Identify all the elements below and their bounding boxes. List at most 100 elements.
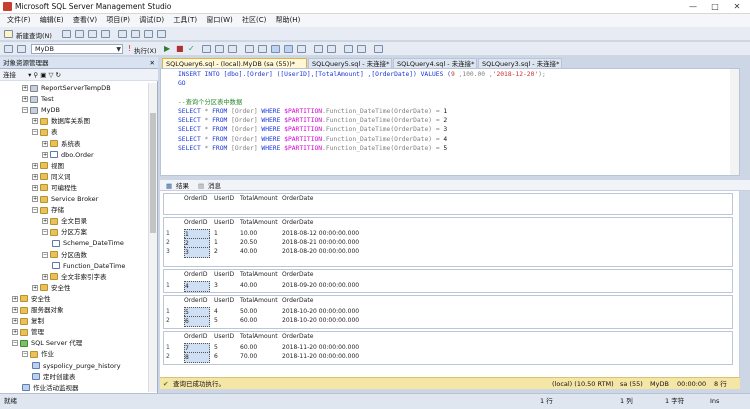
expand-icon[interactable]: + [32, 184, 38, 191]
table-cell[interactable]: 2018-11-20 00:00:00.000 [282, 343, 359, 352]
table-cell[interactable]: 2018-10-20 00:00:00.000 [282, 307, 359, 316]
close-icon[interactable]: ✕ [150, 57, 155, 69]
collapse-icon[interactable]: − [32, 207, 38, 214]
tree-node[interactable]: + 管理 [12, 327, 44, 337]
menu-view[interactable]: 查看(V) [73, 14, 97, 27]
execute-button[interactable]: 执行(X) [134, 45, 157, 55]
results-to-grid-icon[interactable] [284, 45, 293, 53]
new-query-button[interactable]: 新建查询(N) [16, 30, 52, 40]
result-grid[interactable]: OrderID UserID TotalAmount OrderDate 1 7 5 60.0… [163, 331, 733, 365]
query-designer-icon[interactable] [215, 45, 224, 53]
table-cell[interactable]: 2018-09-20 00:00:00.000 [282, 281, 359, 290]
activity-monitor-icon[interactable] [118, 30, 127, 38]
tree-node[interactable]: + 安全性 [32, 283, 71, 293]
row-number[interactable]: 1 [166, 307, 170, 316]
row-number[interactable]: 2 [166, 352, 170, 361]
column-header[interactable]: UserID [214, 195, 234, 203]
debug-icon[interactable]: ▶ [164, 44, 170, 53]
table-cell[interactable]: 60.00 [240, 316, 257, 325]
tree-node[interactable]: + 系统表 [42, 139, 81, 149]
expand-icon[interactable]: + [32, 162, 38, 169]
table-cell[interactable]: 2018-10-20 00:00:00.000 [282, 316, 359, 325]
database-select[interactable]: MyDB ▼ [31, 44, 123, 54]
column-header[interactable]: OrderDate [282, 333, 313, 341]
row-number[interactable]: 3 [166, 247, 170, 256]
column-header[interactable]: TotalAmount [240, 219, 278, 227]
include-plan-icon[interactable] [258, 45, 267, 53]
tree-node[interactable]: − 表 [32, 127, 58, 137]
column-header[interactable]: UserID [214, 297, 234, 305]
expand-icon[interactable]: + [32, 196, 38, 202]
column-header[interactable]: TotalAmount [240, 195, 278, 203]
expand-icon[interactable]: + [12, 295, 18, 302]
connect-button[interactable]: 连接 [3, 71, 16, 79]
maximize-button[interactable]: □ [704, 0, 726, 13]
object-explorer-scrollbar[interactable] [148, 83, 157, 392]
tab-sqlquery3[interactable]: SQLQuery3.sql - 未连接* [478, 58, 562, 68]
tree-node[interactable]: − MyDB [22, 105, 60, 115]
expand-icon[interactable]: + [32, 118, 38, 125]
tab-sqlquery5[interactable]: SQLQuery5.sql - 未连接* [308, 58, 392, 68]
menu-edit[interactable]: 编辑(E) [40, 14, 64, 27]
column-header[interactable]: TotalAmount [240, 297, 278, 305]
cancel-query-icon[interactable]: ■ [176, 44, 184, 53]
menu-community[interactable]: 社区(C) [242, 14, 266, 27]
table-cell[interactable]: 60.00 [240, 343, 257, 352]
expand-icon[interactable]: + [32, 284, 38, 291]
tree-node[interactable]: + dbo.Order [42, 150, 94, 160]
new-file-icon[interactable] [62, 30, 71, 38]
tree-node[interactable]: + ReportServerTempDB [22, 83, 111, 93]
filter-icon[interactable]: ▾ ⚲ ▣ ▽ ↻ [28, 71, 61, 79]
column-header[interactable]: OrderID [184, 333, 207, 341]
editor-scrollbar[interactable] [730, 69, 739, 175]
column-header[interactable]: OrderDate [282, 297, 313, 305]
table-cell[interactable]: 1 [214, 229, 218, 238]
column-header[interactable]: OrderID [184, 297, 207, 305]
menu-window[interactable]: 窗口(W) [206, 14, 232, 27]
tab-results[interactable]: 结果 [176, 181, 189, 191]
close-button[interactable]: ✕ [726, 0, 748, 13]
result-grid[interactable]: OrderID UserID TotalAmount OrderDate 1 4 3 40.0… [163, 269, 733, 293]
table-cell[interactable]: 2018-08-21 00:00:00.000 [282, 238, 359, 247]
tree-node[interactable]: − 分区函数 [42, 250, 87, 260]
column-header[interactable]: OrderID [184, 271, 207, 279]
column-header[interactable]: UserID [214, 219, 234, 227]
tree-node[interactable]: Scheme_DateTime [52, 238, 124, 248]
table-cell[interactable]: 2018-08-12 00:00:00.000 [282, 229, 359, 238]
minimize-button[interactable]: — [682, 0, 704, 13]
save-icon[interactable] [88, 30, 97, 38]
result-grid[interactable]: OrderID UserID TotalAmount OrderDate [163, 193, 733, 215]
tree-node[interactable]: + 同义词 [32, 172, 71, 182]
connect-icon[interactable] [4, 45, 13, 53]
table-cell[interactable]: 40.00 [240, 281, 257, 290]
column-header[interactable]: OrderDate [282, 271, 313, 279]
tree-node[interactable]: + Service Broker [32, 194, 98, 204]
tree-node[interactable]: − SQL Server 代理 [12, 338, 82, 348]
expand-icon[interactable]: + [42, 140, 48, 147]
table-cell[interactable]: 2018-08-20 00:00:00.000 [282, 247, 359, 256]
table-cell[interactable]: 70.00 [240, 352, 257, 361]
table-cell[interactable]: 40.00 [240, 247, 257, 256]
tree-node[interactable]: − 分区方案 [42, 227, 87, 237]
menu-help[interactable]: 帮助(H) [276, 14, 301, 27]
tree-node[interactable]: − 作业 [22, 349, 54, 359]
tree-node[interactable]: + 服务器对象 [12, 305, 64, 315]
table-cell[interactable]: 6 [184, 316, 210, 327]
open-file-icon[interactable] [75, 30, 84, 38]
column-header[interactable]: TotalAmount [240, 271, 278, 279]
collapse-icon[interactable]: − [12, 340, 18, 347]
tree-node[interactable]: + 全文非索引字表 [42, 272, 107, 282]
table-cell[interactable]: 50.00 [240, 307, 257, 316]
decrease-indent-icon[interactable] [344, 45, 353, 53]
table-cell[interactable]: 4 [214, 307, 218, 316]
expand-icon[interactable]: + [42, 151, 48, 158]
tree-node[interactable]: + 视图 [32, 161, 64, 171]
column-header[interactable]: OrderDate [282, 195, 313, 203]
tree-node[interactable]: 定时创建表 [32, 372, 76, 382]
results-to-text-icon[interactable] [271, 45, 280, 53]
expand-icon[interactable]: + [22, 96, 28, 103]
tab-sqlquery4[interactable]: SQLQuery4.sql - 未连接* [393, 58, 477, 68]
row-number[interactable]: 1 [166, 281, 170, 290]
sql-editor[interactable]: INSERT INTO [dbo].[Order] ([UserID],[Tot… [160, 68, 740, 176]
expand-icon[interactable]: + [22, 85, 28, 91]
